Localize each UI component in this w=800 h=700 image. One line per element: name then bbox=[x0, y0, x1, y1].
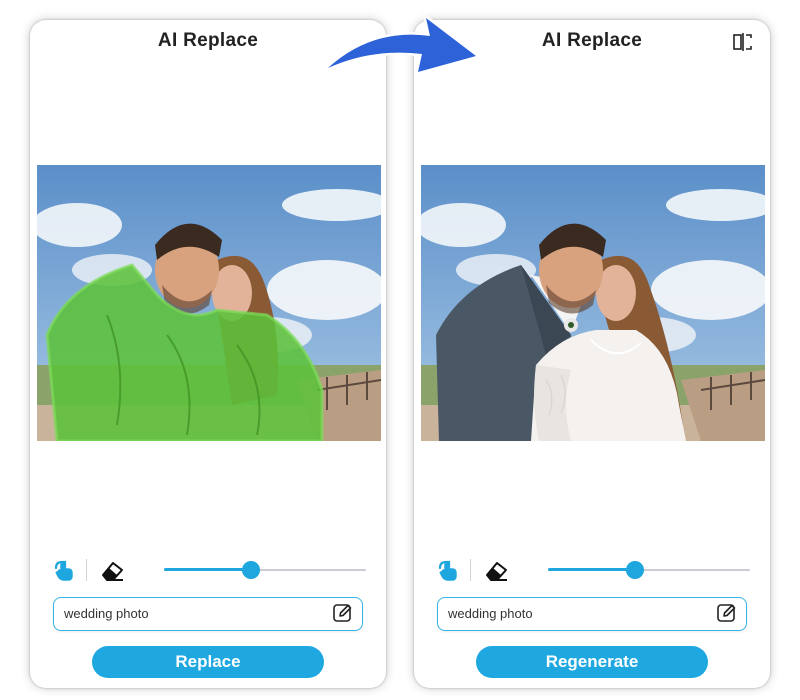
brush-size-slider[interactable] bbox=[548, 561, 750, 579]
prompt-field[interactable] bbox=[437, 597, 747, 631]
panel-before: AI Replace wedding photo Replace bbox=[30, 20, 386, 688]
brush-tool-icon[interactable] bbox=[50, 556, 78, 584]
slider-fill bbox=[164, 568, 251, 571]
brush-toolbar bbox=[434, 555, 750, 585]
slider-thumb[interactable] bbox=[241, 561, 260, 579]
replace-button[interactable]: Replace bbox=[92, 646, 324, 678]
brush-size-slider[interactable] bbox=[164, 561, 366, 579]
result-photo bbox=[421, 165, 765, 441]
edit-icon[interactable] bbox=[716, 602, 738, 624]
prompt-input[interactable] bbox=[64, 598, 314, 629]
prompt-input[interactable] bbox=[448, 598, 698, 629]
curved-arrow-icon bbox=[322, 2, 482, 82]
toolbar-divider bbox=[86, 559, 87, 581]
panel-after: AI Replace wedding photo Regenerate bbox=[414, 20, 770, 688]
brush-toolbar bbox=[50, 555, 366, 585]
compare-icon[interactable] bbox=[732, 32, 754, 52]
toolbar-divider bbox=[470, 559, 471, 581]
photo-with-mask[interactable] bbox=[37, 165, 381, 441]
eraser-icon[interactable] bbox=[482, 556, 510, 584]
eraser-icon[interactable] bbox=[98, 556, 126, 584]
brush-tool-icon[interactable] bbox=[434, 556, 462, 584]
edit-icon[interactable] bbox=[332, 602, 354, 624]
regenerate-button[interactable]: Regenerate bbox=[476, 646, 708, 678]
slider-fill bbox=[548, 568, 635, 571]
prompt-field[interactable] bbox=[53, 597, 363, 631]
slider-thumb[interactable] bbox=[625, 561, 644, 579]
